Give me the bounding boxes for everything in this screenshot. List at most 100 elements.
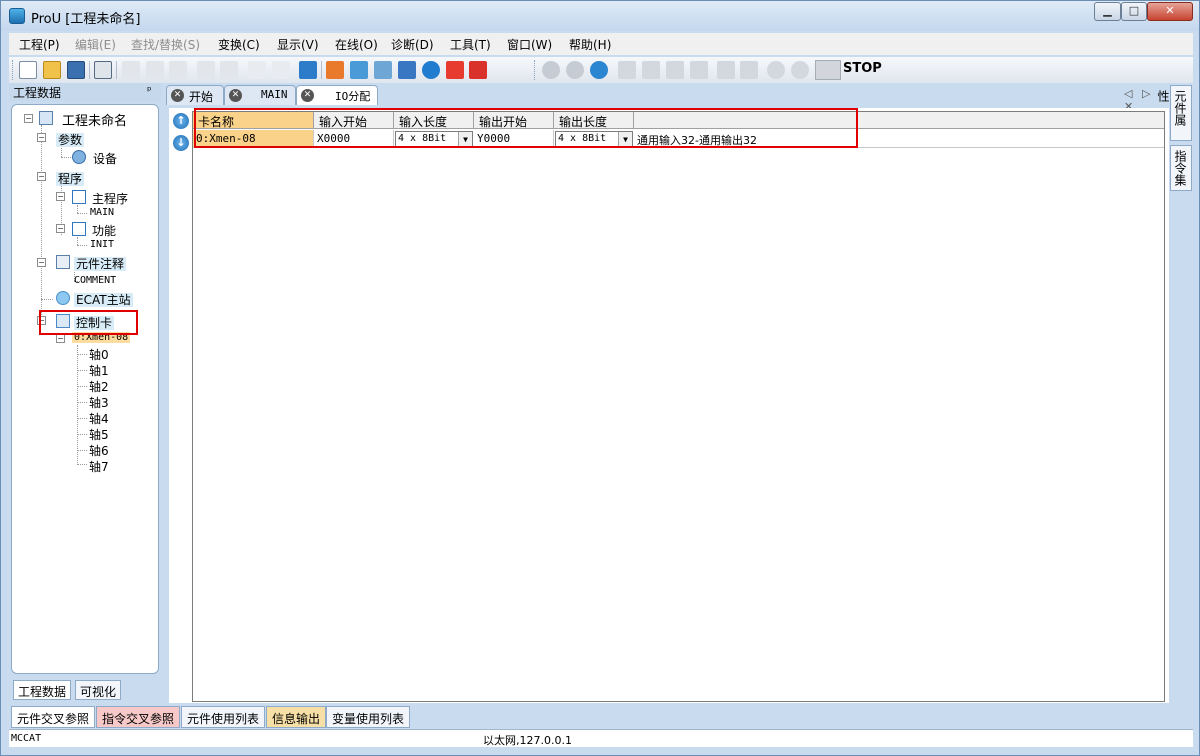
menu-online[interactable]: 在线(O) (335, 36, 378, 53)
tree-main[interactable]: MAIN (90, 207, 114, 218)
grid-icon[interactable] (374, 61, 392, 79)
tree-axis[interactable]: 轴2 (89, 378, 109, 395)
tree-axis[interactable]: 轴5 (89, 426, 109, 443)
dev-icon[interactable] (248, 61, 266, 79)
tab-main[interactable]: ✕ MAIN (224, 85, 296, 105)
ladder-4-icon[interactable] (690, 61, 708, 79)
tree-axis[interactable]: 轴3 (89, 394, 109, 411)
tree-params[interactable]: 参数 (56, 131, 85, 148)
tab-visualization[interactable]: 可视化 (75, 680, 122, 700)
tab-io-assignment[interactable]: ✕ IO分配 (296, 85, 378, 105)
tab-instruction-xref[interactable]: 指令交叉参照 (96, 706, 181, 728)
close-button[interactable]: ✕ (1147, 2, 1193, 21)
function-icon (72, 222, 86, 236)
toolbar: STOP (9, 57, 1193, 83)
tree-expander[interactable]: − (56, 192, 65, 201)
tab-io-label: IO分配 (335, 90, 371, 103)
open-folder-icon[interactable] (43, 61, 61, 79)
tab-info-output[interactable]: 信息输出 (266, 706, 327, 728)
compile-icon[interactable] (326, 61, 344, 79)
copy-icon[interactable] (146, 61, 164, 79)
tree-function[interactable]: 功能 (92, 222, 116, 239)
tree-expander[interactable]: − (37, 172, 46, 181)
move-down-icon[interactable]: ↓ (173, 135, 189, 151)
toolbar-grip[interactable] (12, 60, 15, 80)
cut-icon[interactable] (122, 61, 140, 79)
toolbar-separator (116, 61, 117, 79)
ladder-1-icon[interactable] (618, 61, 636, 79)
tree-axis[interactable]: 轴7 (89, 458, 109, 475)
menu-diagnostics[interactable]: 诊断(D) (391, 36, 434, 53)
maximize-button[interactable]: □ (1121, 2, 1147, 21)
connect-icon[interactable] (398, 61, 416, 79)
print-icon[interactable] (94, 61, 112, 79)
tree-expander[interactable]: − (56, 334, 65, 343)
tab-variable-usage[interactable]: 变量使用列表 (326, 706, 411, 728)
menu-bar: 工程(P) 编辑(E) 查找/替换(S) 变换(C) 显示(V) 在线(O) 诊… (9, 33, 1193, 55)
stop-icon[interactable] (566, 61, 584, 79)
minimize-button[interactable]: ▁ (1094, 2, 1121, 21)
menu-edit[interactable]: 编辑(E) (75, 36, 116, 53)
tree-init[interactable]: INIT (90, 239, 114, 250)
menu-tools[interactable]: 工具(T) (450, 36, 491, 53)
tree-expander[interactable]: − (37, 133, 46, 142)
search-device-icon[interactable] (272, 61, 290, 79)
menu-convert[interactable]: 变换(C) (218, 36, 260, 53)
tree-ecat-label: ECAT主站 (74, 293, 133, 307)
tree-program[interactable]: 程序 (56, 170, 85, 187)
tree-expander[interactable]: − (24, 114, 33, 123)
download-icon[interactable] (299, 61, 317, 79)
upload-icon[interactable] (446, 61, 464, 79)
move-up-icon[interactable]: ↑ (173, 113, 189, 129)
plc-status-label: STOP (843, 61, 882, 76)
tab-start[interactable]: ✕ 开始 (166, 85, 224, 105)
menu-window[interactable]: 窗口(W) (507, 36, 552, 53)
tree-expander[interactable]: − (37, 258, 46, 267)
zoom-out-icon[interactable] (791, 61, 809, 79)
undo-icon[interactable] (197, 61, 215, 79)
toolbar-grip[interactable] (534, 60, 537, 80)
highlight-box (194, 108, 858, 148)
tree-device[interactable]: 设备 (93, 150, 117, 167)
tab-instruction-set[interactable]: 指令集 (1170, 145, 1192, 191)
pause-icon[interactable] (422, 61, 440, 79)
pin-icon[interactable]: ᵖ (147, 84, 152, 97)
tab-element-xref[interactable]: 元件交叉参照 (11, 706, 96, 728)
document-area: ✕ 开始 ✕ MAIN ✕ IO分配 ◁ ▷ ✕ ↑ ↓ 卡名称 输入开始 输入… (164, 83, 1169, 703)
tree-axis[interactable]: 轴1 (89, 362, 109, 379)
block-1-icon[interactable] (717, 61, 735, 79)
menu-project[interactable]: 工程(P) (19, 36, 60, 53)
redo-icon[interactable] (220, 61, 238, 79)
tree-expander[interactable]: − (56, 224, 65, 233)
tree-axis[interactable]: 轴6 (89, 442, 109, 459)
save-icon[interactable] (67, 61, 85, 79)
ladder-2-icon[interactable] (642, 61, 660, 79)
tree-comment-group[interactable]: 元件注释 (74, 255, 127, 272)
download-red-icon[interactable] (469, 61, 487, 79)
tab-close-icon[interactable]: ✕ (229, 89, 242, 102)
tree-axis[interactable]: 轴0 (89, 346, 109, 363)
tab-element-usage[interactable]: 元件使用列表 (181, 706, 266, 728)
tab-project-data[interactable]: 工程数据 (13, 680, 72, 700)
zoom-in-icon[interactable] (767, 61, 785, 79)
paste-icon[interactable] (169, 61, 187, 79)
tree-axis[interactable]: 轴4 (89, 410, 109, 427)
block-2-icon[interactable] (740, 61, 758, 79)
tab-element-properties[interactable]: 元件属性 (1156, 85, 1192, 141)
tree-main-program[interactable]: 主程序 (92, 190, 128, 207)
run-icon[interactable] (542, 61, 560, 79)
new-file-icon[interactable] (19, 61, 37, 79)
ladder-3-icon[interactable] (666, 61, 684, 79)
tab-close-icon[interactable]: ✕ (301, 89, 314, 102)
tab-close-icon[interactable]: ✕ (171, 89, 184, 102)
refresh-icon[interactable] (590, 61, 608, 79)
tree-comment[interactable]: COMMENT (74, 275, 116, 286)
tree-guide (77, 418, 87, 419)
tree-ecat[interactable]: ECAT主站 (74, 291, 133, 308)
menu-view[interactable]: 显示(V) (277, 36, 319, 53)
menu-help[interactable]: 帮助(H) (569, 36, 611, 53)
menu-find-replace[interactable]: 查找/替换(S) (131, 36, 200, 53)
io-icon[interactable] (350, 61, 368, 79)
tree-root[interactable]: 工程未命名 (62, 110, 127, 129)
tree-guide (77, 386, 87, 387)
